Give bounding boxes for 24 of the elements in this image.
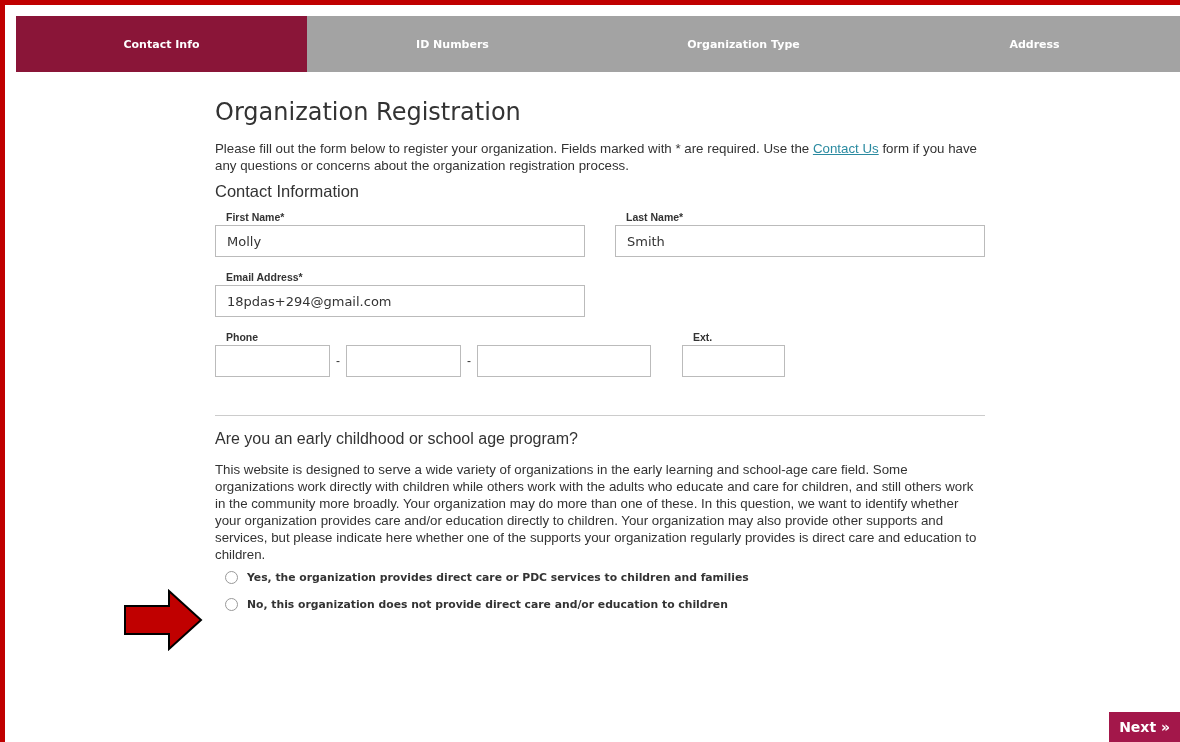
field-label: Email Address* xyxy=(226,271,304,283)
phone-field[interactable] xyxy=(477,345,651,377)
field-label: First Name* xyxy=(226,211,286,223)
contact-us-link[interactable]: Contact Us xyxy=(812,141,879,156)
extension-field[interactable] xyxy=(682,345,785,377)
email-field[interactable]: 18pdas+294@gmail.com xyxy=(215,285,585,317)
question-title: Are you an early childhood or school age program? xyxy=(215,430,579,448)
field-label: Last Name* xyxy=(626,211,685,223)
phone-field[interactable] xyxy=(346,345,461,377)
radio-option[interactable]: Yes, the organization provides direct care or PDC services to children and families xyxy=(225,571,749,584)
separator: - xyxy=(336,354,340,368)
next-button[interactable]: Next » xyxy=(1109,712,1180,742)
step-tab[interactable]: Contact Info xyxy=(16,16,307,72)
field-label: Phone xyxy=(226,331,260,343)
first-name-field[interactable]: Molly xyxy=(215,225,585,257)
last-name-field[interactable]: Smith xyxy=(615,225,985,257)
section-title: Contact Information xyxy=(215,182,360,201)
intro-text: Please fill out the form below to register your organization. Fields marked with * are required. Use the Contact Us form if you have any questions or concerns about the organization registration process. xyxy=(215,140,978,174)
radio-option[interactable]: No, this organization does not provide direct care and/or education to children xyxy=(225,598,728,611)
question-text: This website is designed to serve a wide variety of organizations in the early learning and school-age care field. Some organizations work directly with children while others work with the adults who educate and care for children, and still others work in the community more broadly. Your organization may do more than one of these. In this question, we want to identify whether your organization provides care and/or education directly to children. Your organization may also provide other supports and services, but please indicate here whether one of the supports your organization regularly provides is direct care and education to children. xyxy=(215,461,978,563)
phone-field[interactable] xyxy=(215,345,330,377)
field-label: Ext. xyxy=(693,331,714,343)
page-title: Organization Registration xyxy=(215,98,522,126)
separator: - xyxy=(467,354,471,368)
